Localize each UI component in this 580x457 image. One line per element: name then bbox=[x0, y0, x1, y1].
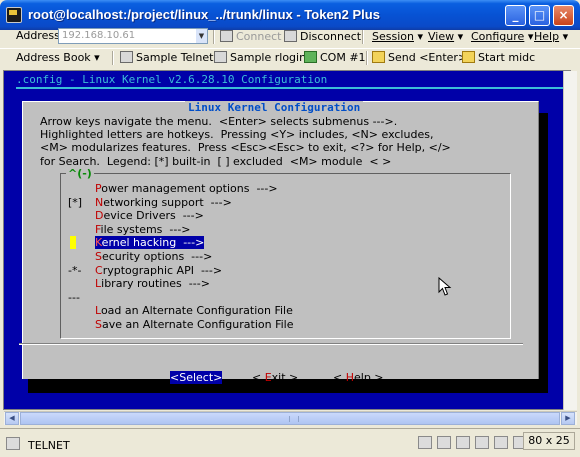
menu-session[interactable]: Session ▾ bbox=[372, 30, 423, 43]
status-icons bbox=[418, 436, 532, 451]
protocol-label: TELNET bbox=[28, 439, 70, 452]
menu-item[interactable]: File systems ---> bbox=[68, 223, 191, 236]
menu-item[interactable]: Save an Alternate Configuration File bbox=[68, 318, 294, 331]
connection-status-icon bbox=[6, 437, 20, 450]
close-button[interactable]: × bbox=[553, 5, 574, 26]
terminal-size: 80 x 25 bbox=[523, 432, 575, 450]
help-line-2: Highlighted letters are hotkeys. Pressin… bbox=[40, 128, 434, 141]
menu-item[interactable]: -*- Cryptographic API ---> bbox=[68, 264, 222, 277]
serial-port-icon bbox=[304, 51, 317, 63]
exit-button[interactable]: < Exit > bbox=[245, 358, 298, 384]
help-line-1: Arrow keys navigate the menu. <Enter> se… bbox=[40, 115, 398, 128]
scroll-up-indicator: ^(-) bbox=[66, 167, 94, 180]
network-icon[interactable] bbox=[494, 436, 508, 449]
connect-button[interactable]: Connect bbox=[220, 30, 281, 43]
menu-item[interactable]: Library routines ---> bbox=[68, 277, 210, 290]
start-icon bbox=[462, 51, 475, 63]
horizontal-scrollbar[interactable]: ◀ ▶ bbox=[4, 411, 577, 425]
spark-icon[interactable] bbox=[418, 436, 432, 449]
menu-configure[interactable]: Configure ▾ bbox=[471, 30, 533, 43]
toolbar-row-1: Address 192.168.10.61 ▼ Connect Disconne… bbox=[0, 28, 580, 46]
help-button[interactable]: < Help > bbox=[326, 358, 384, 384]
send-enter-button[interactable]: Send <Enter> bbox=[372, 51, 467, 64]
telnet-icon bbox=[120, 51, 133, 63]
menu-item[interactable]: --- bbox=[68, 291, 95, 304]
menu-help[interactable]: Help ▾ bbox=[534, 30, 568, 43]
disconnect-icon bbox=[284, 30, 297, 42]
menu-item[interactable]: Device Drivers ---> bbox=[68, 209, 204, 222]
address-input[interactable]: 192.168.10.61 ▼ bbox=[58, 28, 208, 44]
window-title: root@localhost:/project/linux_../trunk/l… bbox=[28, 7, 380, 22]
toolbar-row-2: Address Book ▾ Sample Telnet Sample rlog… bbox=[0, 48, 580, 69]
dialog-title: Linux Kernel Configuration bbox=[185, 101, 364, 114]
mouse-cursor-icon bbox=[438, 277, 452, 296]
log-icon[interactable] bbox=[437, 436, 451, 449]
chevron-down-icon[interactable]: ▼ bbox=[196, 29, 207, 43]
menu-item[interactable]: [*] Networking support ---> bbox=[68, 196, 232, 209]
menu-item[interactable]: Security options ---> bbox=[68, 250, 212, 263]
status-bar: TELNET 80 x 25 bbox=[0, 428, 580, 457]
address-label: Address bbox=[16, 29, 60, 42]
menu-item[interactable]: Power management options ---> bbox=[68, 182, 278, 195]
send-icon bbox=[372, 51, 385, 63]
scroll-thumb[interactable] bbox=[20, 412, 560, 425]
com1-button[interactable]: COM #1 bbox=[304, 51, 366, 64]
address-book-button[interactable]: Address Book ▾ bbox=[16, 51, 100, 64]
start-midc-button[interactable]: Start midc bbox=[462, 51, 535, 64]
config-header: .config - Linux Kernel v2.6.28.10 Config… bbox=[16, 73, 328, 86]
scroll-left-button[interactable]: ◀ bbox=[5, 412, 19, 425]
disconnect-button[interactable]: Disconnect bbox=[284, 30, 361, 43]
vertical-scrollbar[interactable] bbox=[563, 71, 577, 410]
window-titlebar[interactable]: root@localhost:/project/linux_../trunk/l… bbox=[0, 0, 580, 30]
menu-item[interactable]: Load an Alternate Configuration File bbox=[68, 304, 293, 317]
menu-item[interactable]: Kernel hacking ---> bbox=[68, 236, 205, 249]
app-icon bbox=[6, 7, 22, 23]
print-icon[interactable] bbox=[456, 436, 470, 449]
maximize-button[interactable]: □ bbox=[529, 5, 550, 26]
rlogin-icon bbox=[214, 51, 227, 63]
sample-telnet-button[interactable]: Sample Telnet bbox=[120, 51, 213, 64]
connect-icon bbox=[220, 30, 233, 42]
capture-icon[interactable] bbox=[475, 436, 489, 449]
select-button[interactable]: <Select> bbox=[163, 358, 223, 384]
scroll-right-button[interactable]: ▶ bbox=[561, 412, 575, 425]
minimize-button[interactable]: _ bbox=[505, 5, 526, 26]
menu-view[interactable]: View ▾ bbox=[428, 30, 463, 43]
header-rule bbox=[16, 87, 564, 89]
help-line-3: <M> modularizes features. Press <Esc><Es… bbox=[40, 141, 451, 154]
sample-rlogin-button[interactable]: Sample rlogin bbox=[214, 51, 306, 64]
